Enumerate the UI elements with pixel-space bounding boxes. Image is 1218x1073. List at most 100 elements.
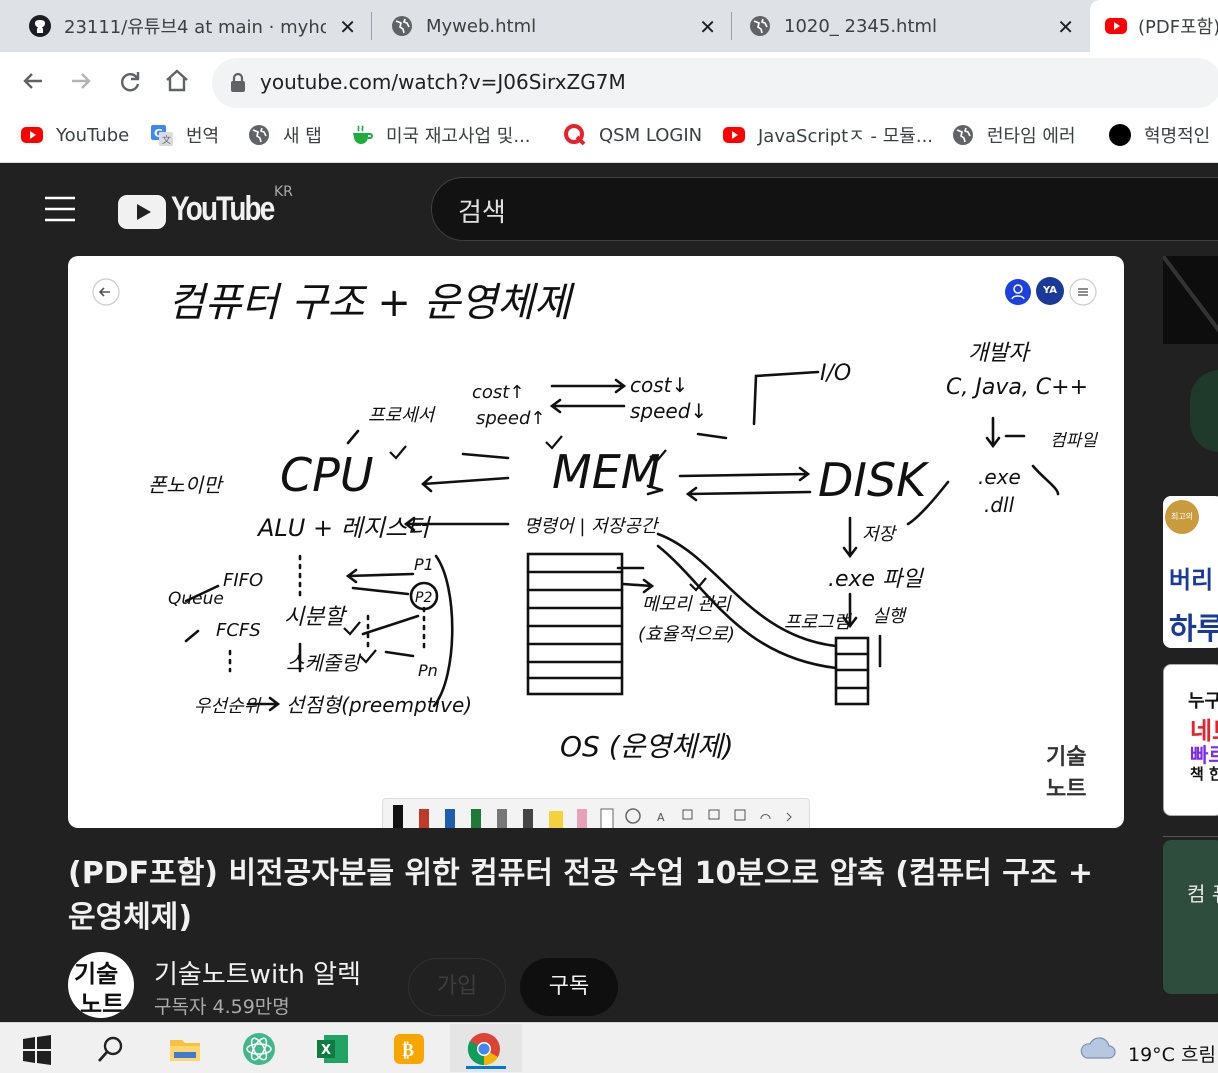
whiteboard-heading: 컴퓨터 구조 + 운영체제 <box>168 280 575 326</box>
sidebar-ad-thumbnail[interactable] <box>1163 256 1218 344</box>
tab-myweb[interactable]: Myweb.html ✕ <box>372 0 730 52</box>
whiteboard-text: .exe <box>978 465 1021 489</box>
whiteboard-text: (효율적으로) <box>638 624 735 645</box>
bookmark-youtube[interactable]: YouTube <box>20 121 129 149</box>
globe-icon <box>249 125 269 145</box>
whiteboard-text: FIFO <box>223 570 263 591</box>
subscriber-count: 구독자 4.59만명 <box>154 996 290 1018</box>
whiteboard-text: 실행 <box>872 606 908 627</box>
recommended-video-thumbnail[interactable]: 컴 퓨 <box>1163 840 1218 994</box>
pen-icons: A <box>393 805 792 828</box>
search-input[interactable] <box>431 177 1218 241</box>
forward-button[interactable] <box>66 66 96 96</box>
reload-button[interactable] <box>114 66 144 96</box>
youtube-wordmark: YouTube <box>171 190 275 228</box>
back-button[interactable] <box>18 66 48 96</box>
whiteboard-text: Pn <box>418 661 438 680</box>
sidebar-book-card[interactable]: 누구 네트 빠르 책 한 <box>1163 664 1218 816</box>
lock-icon[interactable] <box>229 72 247 94</box>
svg-text:₿: ₿ <box>402 1040 414 1061</box>
black-circle-icon <box>1109 124 1131 146</box>
windows-start-icon[interactable] <box>20 1032 54 1066</box>
svg-text:A: A <box>657 811 665 824</box>
tab-title: (PDF포함) <box>1138 17 1218 38</box>
bookmark-javascript[interactable]: JavaScriptㅈ - 모듈... <box>722 121 933 149</box>
search-icon[interactable] <box>94 1032 128 1066</box>
whiteboard-text: P2 <box>415 590 432 606</box>
region-code: KR <box>274 184 293 200</box>
bookmark-qsm[interactable]: QSM LOGIN <box>563 121 702 149</box>
globe-icon <box>953 125 973 145</box>
cloud-icon <box>1080 1037 1116 1059</box>
bookmark-runtime[interactable]: 런타임 에러 <box>951 121 1076 149</box>
sidebar-ad-button[interactable] <box>1190 370 1218 452</box>
video-title: (PDF포함) 비전공자분들 위한 컴퓨터 전공 수업 10분으로 압축 (컴퓨… <box>68 856 1094 935</box>
join-button[interactable]: 가입 <box>408 958 506 1016</box>
chrome-icon[interactable] <box>467 1032 501 1066</box>
bookmark-label: 번역 <box>186 126 220 147</box>
tab-title: 1020_ 2345.html <box>784 15 938 37</box>
ad-graphic <box>1163 256 1218 333</box>
whiteboard-text: 메모리 관리 <box>642 594 732 615</box>
youtube-play-icon <box>118 195 166 229</box>
channel-name[interactable]: 기술노트with 알렉 <box>154 954 361 991</box>
tab-github[interactable]: 23111/유튜브4 at main · myhol ✕ <box>0 0 370 52</box>
close-tab-icon[interactable]: ✕ <box>699 15 716 39</box>
bookmark-new-tab[interactable]: 새 탭 <box>247 121 322 149</box>
home-icon <box>166 69 188 92</box>
whiteboard-text: ALU + 레지스터 <box>256 514 432 542</box>
bookmark-stock[interactable]: 미국 재고사업 및... <box>350 121 531 149</box>
cup-icon <box>353 125 373 144</box>
translate-icon: G文 <box>151 125 173 146</box>
excel-icon[interactable]: X <box>316 1032 350 1066</box>
globe-icon <box>750 16 770 36</box>
tab-title: 23111/유튜브4 at main · myhol <box>64 17 326 38</box>
youtube-logo[interactable]: YouTube KR <box>118 184 298 230</box>
youtube-icon <box>1105 18 1127 34</box>
video-player[interactable]: YA 컴퓨터 구조 + 운영체제 cost↑ speed↑ cost↓ spee… <box>68 256 1124 828</box>
whiteboard-text: P1 <box>414 555 434 574</box>
ad-text: 하루 <box>1169 612 1218 647</box>
bookmark-label: YouTube <box>56 124 130 146</box>
whiteboard-text: C, Java, C++ <box>946 375 1088 400</box>
svg-text:X: X <box>321 1043 331 1058</box>
video-thumbnail-text: 컴 퓨 <box>1187 882 1218 906</box>
channel-watermark: 기술 노트 <box>1046 742 1086 806</box>
file-explorer-icon[interactable] <box>168 1032 202 1066</box>
active-app-indicator <box>466 1066 506 1069</box>
weather-text[interactable]: 19°C 흐림 <box>1128 1040 1216 1067</box>
back-arrow-icon <box>23 73 42 89</box>
github-icon <box>29 15 51 37</box>
whiteboard-text: speed↓ <box>630 399 707 423</box>
tab-html-file[interactable]: 1020_ 2345.html ✕ <box>732 0 1088 52</box>
bookmark-revolution[interactable]: 혁명적인 <box>1108 121 1210 149</box>
tab-youtube-active[interactable]: (PDF포함) <box>1090 0 1218 52</box>
menu-icon[interactable] <box>44 196 76 222</box>
channel-avatar[interactable]: 기술 노트 <box>68 952 134 1018</box>
youtube-icon <box>21 127 43 143</box>
home-button[interactable] <box>162 66 192 96</box>
ad-text: 누구 <box>1188 691 1218 712</box>
bookmark-label: 런타임 에러 <box>987 126 1076 147</box>
close-tab-icon[interactable]: ✕ <box>1057 15 1074 39</box>
ad-text: 버리 <box>1169 566 1214 594</box>
url-text[interactable]: youtube.com/watch?v=J06SirxZG7M <box>260 70 626 94</box>
avatar-text: 노트 <box>80 990 125 1018</box>
whiteboard-text: FCFS <box>216 620 261 641</box>
whiteboard-diagram: 컴퓨터 구조 + 운영체제 cost↑ speed↑ cost↓ speed↓ … <box>148 280 1098 763</box>
whiteboard-text: 폰노이만 <box>148 473 224 497</box>
whiteboard-text: CPU <box>280 448 374 502</box>
atom-icon[interactable] <box>242 1032 276 1066</box>
subscribe-button[interactable]: 구독 <box>520 958 618 1016</box>
whiteboard-text: 우선순위 <box>194 696 262 717</box>
bitcoin-wallet-icon[interactable]: ₿ <box>392 1032 426 1066</box>
whiteboard-text: 시분할 <box>284 605 347 630</box>
close-tab-icon[interactable]: ✕ <box>339 15 356 39</box>
bookmark-translate[interactable]: G文 번역 <box>150 121 219 149</box>
whiteboard-text: MEM <box>552 445 660 499</box>
whiteboard-text: cost↓ <box>630 373 688 397</box>
sidebar-ad-card[interactable]: 최고의 버리 하루 <box>1163 496 1218 648</box>
tab-title: Myweb.html <box>426 15 537 37</box>
whiteboard-text: 스케줄링 <box>286 651 361 675</box>
bookmark-label: JavaScriptㅈ - 모듈... <box>758 126 934 147</box>
